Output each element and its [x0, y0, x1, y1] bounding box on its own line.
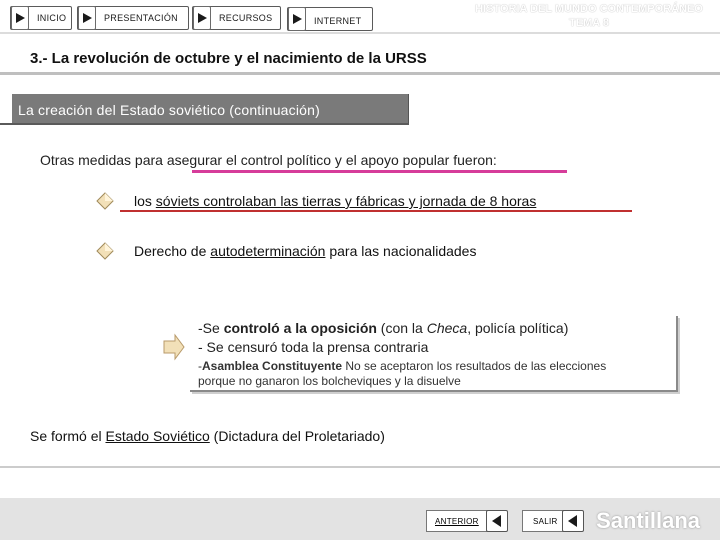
nav-inicio-button[interactable]: INICIO: [10, 6, 72, 30]
box-text: porque no ganaron los bolcheviques y la …: [198, 374, 461, 388]
section-heading: La creación del Estado soviético (contin…: [18, 102, 321, 118]
bullet-text-pre: los: [134, 193, 156, 209]
salir-button[interactable]: SALIR: [522, 510, 564, 532]
box-text-italic: Checa: [426, 320, 468, 336]
nav-presentacion-button[interactable]: PRESENTACIÓN: [77, 6, 189, 30]
bullet-item-sovietes: los sóviets controlaban las tierras y fá…: [134, 193, 536, 209]
nav-internet-button[interactable]: INTERNET: [287, 7, 373, 31]
box-text: -Se: [198, 320, 224, 336]
box-line-asamblea: -Asamblea Constituyente No se aceptaron …: [198, 359, 606, 389]
box-line-prensa: - Se censuró toda la prensa contraria: [198, 339, 429, 355]
brand-logo: Santillana: [596, 508, 700, 533]
nav-inicio-label: INICIO: [37, 13, 67, 23]
play-arrow-icon: [78, 6, 96, 30]
salir-label: SALIR: [533, 517, 558, 526]
play-arrow-icon: [193, 6, 211, 30]
bullet-text-pre: Derecho de: [134, 243, 211, 259]
anterior-label: ANTERIOR: [435, 517, 479, 526]
nav-internet-label: INTERNET: [314, 16, 362, 26]
play-arrow-icon: [288, 7, 306, 31]
conclusion-pre: Se formó el: [30, 428, 106, 444]
box-text: No se aceptaron los resultados de las el…: [342, 359, 607, 373]
back-arrow-icon[interactable]: [486, 510, 508, 532]
section-heading-box: La creación del Estado soviético (contin…: [12, 94, 409, 124]
info-box: -Se controló a la oposición (con la Chec…: [190, 316, 678, 392]
conclusion-text: Se formó el Estado Soviético (Dictadura …: [30, 428, 385, 444]
exit-arrow-icon[interactable]: [562, 510, 584, 532]
bullet-text-post: para las nacionalidades: [325, 243, 477, 259]
bullet-item-autodeterminacion: Derecho de autodeterminación para las na…: [134, 243, 476, 259]
page-title: 3.- La revolución de octubre y el nacimi…: [30, 50, 427, 67]
box-text: (con la: [376, 320, 427, 336]
course-title: HISTORIA DEL MUNDO CONTEMPORÁNEO: [475, 3, 703, 15]
arrow-right-icon: [163, 333, 185, 361]
diamond-bullet-icon: [96, 242, 114, 260]
box-text-bold: Asamblea Constituyente: [202, 359, 343, 373]
play-arrow-icon: [11, 6, 29, 30]
diamond-bullet-icon: [96, 192, 114, 210]
intro-text: Otras medidas para asegurar el control p…: [40, 152, 497, 168]
highlight-line: [192, 170, 567, 173]
box-text-bold: controló a la oposición: [223, 320, 377, 336]
nav-recursos-button[interactable]: RECURSOS: [192, 6, 281, 30]
section-divider: [0, 123, 409, 125]
conclusion-underlined: Estado Soviético: [105, 428, 210, 444]
bottom-divider: [0, 466, 720, 468]
bullet-text-underlined: autodeterminación: [210, 243, 326, 259]
nav-presentacion-label: PRESENTACIÓN: [104, 13, 178, 23]
conclusion-post: (Dictadura del Proletariado): [209, 428, 385, 444]
box-text: , policía política): [467, 320, 569, 336]
red-underline: [120, 210, 632, 212]
anterior-button[interactable]: ANTERIOR: [426, 510, 488, 532]
header-divider: [0, 32, 720, 34]
nav-recursos-label: RECURSOS: [219, 13, 273, 23]
title-divider: [0, 72, 720, 75]
box-line-oposicion: -Se controló a la oposición (con la Chec…: [198, 320, 568, 336]
bullet-text-underlined: sóviets controlaban las tierras y fábric…: [155, 193, 537, 209]
unit-number: TEMA 8: [569, 17, 609, 29]
course-header: HISTORIA DEL MUNDO CONTEMPORÁNEO TEMA 8: [464, 2, 714, 30]
